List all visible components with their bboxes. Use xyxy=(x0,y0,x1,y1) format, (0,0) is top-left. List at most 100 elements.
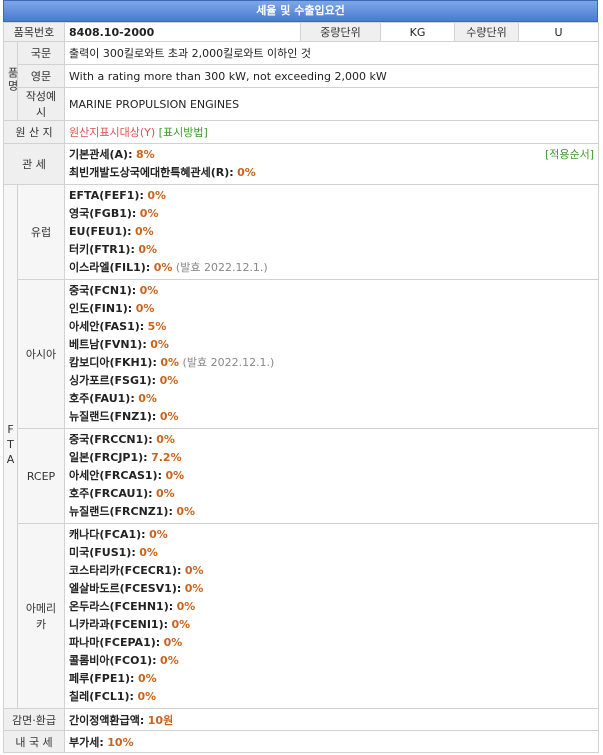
fta-item-rate: 0% xyxy=(160,654,179,667)
fta-item-name: EFTA(FEF1): xyxy=(69,189,144,202)
fta-item-name: 캐나다(FCA1): xyxy=(69,528,146,541)
fta-item-name: 페루(FPE1): xyxy=(69,672,135,685)
fta-item: 싱가포르(FSG1): 0% xyxy=(69,372,594,390)
fta-item-name: 캄보디아(FKH1): xyxy=(69,356,157,369)
name-english-value: With a rating more than 300 kW, not exce… xyxy=(64,64,600,88)
fta-item-name: 칠레(FCL1): xyxy=(69,690,134,703)
fta-item: 뉴질랜드(FRCNZ1): 0% xyxy=(69,503,594,521)
name-korean-label: 국문 xyxy=(16,41,66,65)
fta-item: 파나마(FCEPA1): 0% xyxy=(69,634,594,652)
domestic-tax-label: 내 국 세 xyxy=(2,730,66,753)
fta-item-rate: 0% xyxy=(159,410,179,423)
fta-item: 인도(FIN1): 0% xyxy=(69,300,594,318)
fta-item-rate: 0% xyxy=(135,302,155,315)
name-english-label: 영문 xyxy=(16,64,66,88)
fta-item: 니카라과(FCENI1): 0% xyxy=(69,616,594,634)
fta-item-name: 호주(FRCAU1): xyxy=(69,487,153,500)
fta-item: 중국(FRCCN1): 0% xyxy=(69,431,594,449)
fta-label: FTA xyxy=(3,184,18,709)
fta-item-rate: 0% xyxy=(139,207,159,220)
fta-item-rate: 0% xyxy=(163,636,183,649)
fta-item-rate: 0% xyxy=(139,284,159,297)
fta-item-name: 터키(FTR1): xyxy=(69,243,135,256)
fta-item-name: 중국(FRCCN1): xyxy=(69,433,153,446)
refund-value: 10원 xyxy=(147,713,174,727)
fta-item-name: 이스라엘(FIL1): xyxy=(69,261,151,274)
fta-item-name: 파나마(FCEPA1): xyxy=(69,636,161,649)
origin-status-link[interactable]: 원산지표시대상(Y) xyxy=(69,126,155,139)
vat-value: 10% xyxy=(107,735,134,749)
name-example-label: 작성예시 xyxy=(16,87,66,121)
fta-item-rate: 0% xyxy=(184,564,204,577)
fta-item-rate: 0% xyxy=(165,469,185,482)
origin-method-link[interactable]: [표시방법] xyxy=(159,126,208,139)
origin-row: 원 산 지 원산지표시대상(Y) [표시방법] xyxy=(2,120,600,144)
fta-item: 뉴질랜드(FNZ1): 0% xyxy=(69,408,594,426)
fta-item-rate: 7.2% xyxy=(151,451,182,464)
hs-row: 품목번호 8408.10-2000 중량단위 KG 수량단위 U xyxy=(2,22,600,42)
fta-item-name: 아세안(FRCAS1): xyxy=(69,469,162,482)
fta-item: 칠레(FCL1): 0% xyxy=(69,688,594,706)
refund-text: 간이정액환급액: xyxy=(69,713,145,727)
vat-text: 부가세: xyxy=(69,735,104,749)
fta-item-name: 뉴질랜드(FNZ1): xyxy=(69,410,157,423)
fta-item-rate: 0% xyxy=(184,582,204,595)
name-group-label: 품명 xyxy=(3,41,19,121)
fta-item-name: 중국(FCN1): xyxy=(69,284,137,297)
fta-item-name: 영국(FGB1): xyxy=(69,207,137,220)
fta-item-name: 베트남(FVN1): xyxy=(69,338,147,351)
fta-item: 영국(FGB1): 0% xyxy=(69,205,594,223)
fta-item-rate: 0% xyxy=(176,600,196,613)
fta-item-name: 뉴질랜드(FRCNZ1): xyxy=(69,505,173,518)
fta-item: 엘살바도르(FCESV1): 0% xyxy=(69,580,594,598)
fta-item-name: 콜롬비아(FCO1): xyxy=(69,654,157,667)
fta-item-rate: 5% xyxy=(147,320,167,333)
name-korean-value: 출력이 300킬로와트 초과 2,000킬로와트 이하인 것 xyxy=(64,41,600,65)
fta-item-name: 인도(FIN1): xyxy=(69,302,133,315)
fta-item-name: 니카라과(FCENI1): xyxy=(69,618,169,631)
fta-item: 이스라엘(FIL1): 0% (발효 2022.12.1.) xyxy=(69,259,594,277)
fta-item: 콜롬비아(FCO1): 0% xyxy=(69,652,594,670)
fta-item-rate: 0% xyxy=(139,546,158,559)
fta-item: 캄보디아(FKH1): 0% (발효 2022.12.1.) xyxy=(69,354,594,372)
fta-item: 아세안(FAS1): 5% xyxy=(69,318,594,336)
basic-tariff-rate: 8% xyxy=(135,148,155,161)
fta-item: 미국(FUS1): 0% xyxy=(69,544,594,562)
fta-item-rate: 0% xyxy=(159,374,179,387)
fta-item-name: 싱가포르(FSG1): xyxy=(69,374,157,387)
fta-item-note: (발효 2022.12.1.) xyxy=(175,261,268,274)
fta-item: 캐나다(FCA1): 0% xyxy=(69,526,594,544)
domestic-tax-row: 내 국 세 부가세: 10% xyxy=(2,730,600,753)
fta-item-name: 아세안(FAS1): xyxy=(69,320,145,333)
name-example-value: MARINE PROPULSION ENGINES xyxy=(64,87,600,121)
fta-item-rate: 0% xyxy=(153,261,173,274)
fta-item: 터키(FTR1): 0% xyxy=(69,241,594,259)
refund-row: 감면·환급 간이정액환급액: 10원 xyxy=(2,708,600,731)
fta-item-rate: 0% xyxy=(137,672,157,685)
fta-item-name: EU(FEU1): xyxy=(69,225,132,238)
fta-item: 일본(FRCJP1): 7.2% xyxy=(69,449,594,467)
fta-item-name: 코스타리카(FCECR1): xyxy=(69,564,182,577)
basic-tariff-label: 기본관세(A): xyxy=(69,148,133,161)
apply-order-link[interactable]: [적용순서] xyxy=(545,146,594,164)
fta-list-rcep: 중국(FRCCN1): 0% 일본(FRCJP1): 7.2% 아세안(FRCAS1… xyxy=(64,428,600,524)
fta-item-rate: 0% xyxy=(138,243,158,256)
ldc-tariff-label: 최빈개발도상국에대한특혜관세(R): xyxy=(69,166,234,179)
fta-row-rcep: RCEP 중국(FRCCN1): 0% 일본(FRCJP1): 7.2% 아세안(F… xyxy=(4,428,600,524)
fta-item: 호주(FAU1): 0% xyxy=(69,390,594,408)
fta-item: 페루(FPE1): 0% xyxy=(69,670,594,688)
refund-label: 감면·환급 xyxy=(2,708,66,731)
fta-item-name: 일본(FRCJP1): xyxy=(69,451,148,464)
tariff-panel: 세율 및 수출입요건 품목번호 8408.10-2000 중량단위 KG 수량단… xyxy=(2,0,600,753)
fta-item: EFTA(FEF1): 0% xyxy=(69,187,594,205)
fta-row-asia: 아시아 중국(FCN1): 0% 인도(FIN1): 0% 아세안(FAS1): 5… xyxy=(4,279,600,429)
fta-region-america: 아메리카 xyxy=(16,523,66,709)
fta-item: 코스타리카(FCECR1): 0% xyxy=(69,562,594,580)
name-korean-row: 품명 국문 출력이 300킬로와트 초과 2,000킬로와트 이하인 것 xyxy=(3,41,600,121)
name-example-row: 작성예시 MARINE PROPULSION ENGINES xyxy=(4,87,600,121)
fta-item-name: 호주(FAU1): xyxy=(69,392,135,405)
tariff-label: 관 세 xyxy=(2,143,66,185)
fta-item-name: 엘살바도르(FCESV1): xyxy=(69,582,182,595)
fta-item: EU(FEU1): 0% xyxy=(69,223,594,241)
fta-item-rate: 0% xyxy=(149,528,168,541)
